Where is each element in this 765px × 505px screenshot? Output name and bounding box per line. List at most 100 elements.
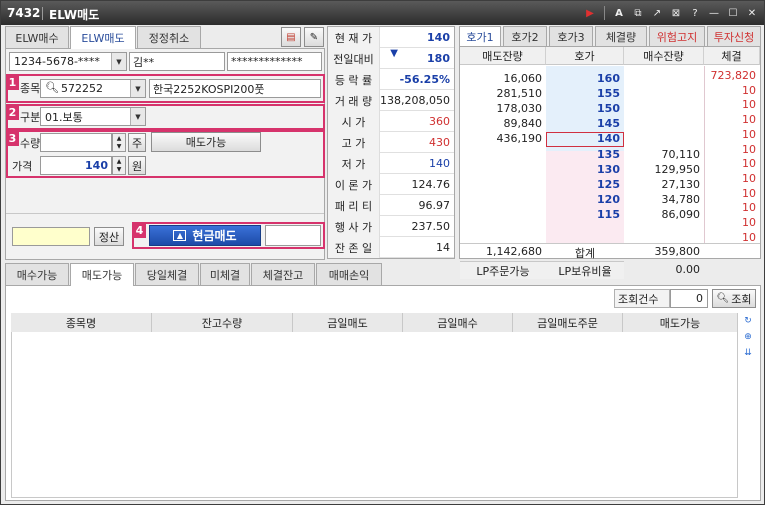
grid-column-header[interactable]: 잔고수량 [152,313,293,332]
ask-price[interactable]: 150 [546,102,620,116]
stock-code-select[interactable]: 🔍︎ 572252 ▼ [40,79,146,98]
sell-confirm-field [265,225,321,246]
maximize-icon[interactable]: ☐ [725,5,741,21]
price-info-row: ▼ 전일대비 180 [328,48,454,69]
title-bar: 7432 ELW매도 ▶ A ⧉ ↗ ⊠ ? — ☐ ✕ [1,1,764,25]
price-info-key: 등 락 률 [328,69,380,90]
elw-sell-window: 7432 ELW매도 ▶ A ⧉ ↗ ⊠ ? — ☐ ✕ ELW매수 ELW매도… [0,0,765,505]
risk-notice-button[interactable]: 위험고지 [649,26,705,46]
tab-trade-balance[interactable]: 체결잔고 [251,263,315,285]
tab-trade-volume[interactable]: 체결량 [595,26,647,46]
tab-buy-available[interactable]: 매수가능 [5,263,69,285]
pin-icon[interactable]: ⊠ [668,5,684,21]
ask-quantity: 281,510 [496,86,543,100]
play-icon[interactable]: ▶ [582,5,598,21]
tab-elw-sell[interactable]: ELW매도 [70,26,136,49]
trade-quantity: 10 [742,98,756,112]
price-info-key: 시 가 [328,111,380,132]
price-info-value-text: 96.97 [418,199,451,212]
print-icon[interactable]: ▤ [281,27,301,47]
query-button[interactable]: 🔍︎ 조회 [712,289,756,308]
grid-column-header[interactable]: 매도가능 [623,313,738,332]
tab-elw-buy[interactable]: ELW매수 [5,26,69,48]
price-info-key: 저 가 [328,153,380,174]
collapse-icon[interactable]: ⇊ [740,346,756,360]
ask-price[interactable]: 145 [546,117,620,131]
step-number-2: 2 [6,105,19,120]
qty-input[interactable] [40,133,112,152]
bid-price[interactable]: 120 [546,193,620,207]
add-icon[interactable]: ⊕ [740,330,756,344]
stock-label: 종목 [20,82,41,95]
chevron-down-icon[interactable]: ▼ [130,80,145,97]
cash-sell-button[interactable]: ▲ 현금매도 [149,225,261,246]
minimize-icon[interactable]: — [706,5,722,21]
invest-apply-button[interactable]: 투자신청 [707,26,761,46]
price-info-value: 360 [429,115,450,128]
price-info-key: 패 리 티 [328,195,380,216]
price-info-key: 거 래 량 [328,90,380,111]
price-info-row: 이 론 가 124.76 [328,174,454,195]
grid-column-header[interactable]: 금일매도주문 [513,313,623,332]
order-panel: 1234-5678-**** ▼ 김** ************* 1 종목 … [5,48,325,260]
export-icon[interactable]: ↗ [649,5,665,21]
bid-price[interactable]: 130 [546,163,620,177]
settle-button[interactable]: 정산 [94,227,124,246]
price-info-value: 430 [429,136,450,149]
chevron-down-icon[interactable]: ▼ [130,108,145,125]
help-icon[interactable]: ? [687,5,703,21]
price-info-key: 이 론 가 [328,174,380,195]
tab-orderbook-2[interactable]: 호가2 [503,26,547,46]
step-number-3: 3 [6,131,19,146]
font-size-icon[interactable]: A [611,5,627,21]
step-number-4: 4 [133,223,146,238]
ask-price[interactable]: 160 [546,72,620,86]
close-icon[interactable]: ✕ [744,5,760,21]
ask-price[interactable]: 155 [546,87,620,101]
price-stepper[interactable]: ▲ ▼ [112,156,126,175]
stock-code: 572252 [61,82,103,95]
tab-sell-available[interactable]: 매도가능 [70,263,134,286]
price-info-value-text: -56.25% [399,73,450,86]
price-unit: 원 [128,156,146,175]
balance-grid-body [11,332,738,498]
grid-column-header[interactable]: 금일매수 [403,313,513,332]
order-type-select[interactable]: 01.보통 ▼ [40,107,146,126]
query-count-label: 조회건수 [614,289,670,308]
tab-orderbook-1[interactable]: 호가1 [459,26,501,46]
trade-quantity: 10 [742,201,756,215]
price-info-value-text: 14 [436,241,450,254]
price-input[interactable]: 140 [40,156,112,175]
qty-stepper[interactable]: ▲ ▼ [112,133,126,152]
password-field[interactable]: ************* [227,52,322,71]
balance-panel: 조회건수 0 🔍︎ 조회 종목명 잔고수량 금일매도 금일매수 금일매도주문 매도가능 ↻… [5,285,761,501]
refresh-icon[interactable]: ↻ [740,314,756,328]
orderbook-header: 체결 [704,47,760,65]
lp-hold-value: 0.00 [675,263,701,276]
grid-column-header[interactable]: 금일매도 [293,313,403,332]
orderbook-panel: 호가1 호가2 호가3 체결량 위험고지 투자신청 매도잔량 호가 매수잔량 체결 16… [459,26,761,279]
current-price-highlight [546,132,624,147]
tab-orderbook-3[interactable]: 호가3 [549,26,593,46]
account-name-field: 김** [129,52,225,71]
tab-trade-pnl[interactable]: 매매손익 [316,263,382,285]
account-select[interactable]: 1234-5678-**** ▼ [9,52,127,71]
bid-price[interactable]: 115 [546,208,620,222]
grid-column-header[interactable]: 종목명 [11,313,152,332]
bid-price[interactable]: 135 [546,148,620,162]
tab-today-trades[interactable]: 당일체결 [135,263,199,285]
chevron-down-icon[interactable]: ▼ [111,53,126,70]
tool-icon[interactable]: ✎ [304,27,324,47]
bid-quantity: 34,780 [661,192,701,206]
price-info-value: 124.76 [412,178,451,191]
bid-price[interactable]: 125 [546,178,620,192]
divider [460,243,760,244]
trade-quantity: 10 [742,216,756,229]
ask-quantity: 16,060 [503,72,543,85]
tab-modify-cancel[interactable]: 정정취소 [137,26,201,48]
search-icon[interactable]: 🔍︎ [45,81,59,94]
tab-unfilled[interactable]: 미체결 [200,263,250,285]
sell-available-button[interactable]: 매도가능 [151,132,261,152]
link-icon[interactable]: ⧉ [630,5,646,21]
title-divider [42,7,43,20]
